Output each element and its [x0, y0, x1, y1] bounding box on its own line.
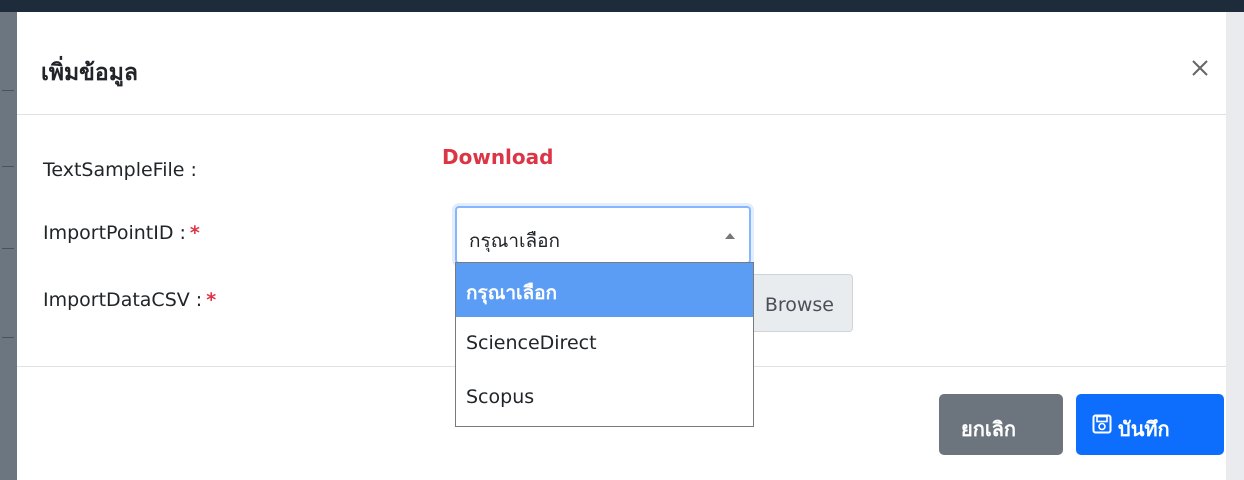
import-point-dropdown: กรุณาเลือก ScienceDirect Scopus — [455, 262, 754, 427]
download-link[interactable]: Download — [442, 145, 553, 169]
cancel-button[interactable]: ยกเลิก — [939, 394, 1063, 455]
close-button[interactable] — [1188, 56, 1212, 80]
save-icon — [1092, 414, 1112, 434]
dropdown-option-sciencedirect[interactable]: ScienceDirect — [456, 317, 753, 371]
page-top-bar — [0, 0, 1244, 12]
page-right-strip — [1226, 12, 1244, 480]
backdrop-divider — [2, 248, 14, 249]
add-data-modal: เพิ่มข้อมูล TextSampleFile : Download Im… — [17, 22, 1226, 480]
save-label: บันทึก — [1118, 417, 1170, 441]
sample-file-label: TextSampleFile : — [43, 159, 197, 181]
required-mark: * — [206, 289, 217, 311]
dropdown-option-placeholder[interactable]: กรุณาเลือก — [456, 263, 753, 317]
backdrop-divider — [2, 90, 14, 91]
browse-button[interactable]: Browse — [737, 274, 853, 332]
cancel-label: ยกเลิก — [961, 417, 1017, 441]
required-mark: * — [189, 222, 200, 244]
import-point-select[interactable]: กรุณาเลือก — [455, 206, 751, 264]
save-button[interactable]: บันทึก — [1076, 394, 1224, 455]
browse-label: Browse — [764, 294, 834, 316]
modal-title: เพิ่มข้อมูล — [41, 59, 138, 86]
backdrop-divider — [2, 166, 14, 167]
import-data-label: ImportDataCSV : * — [43, 289, 216, 311]
backdrop-divider — [2, 337, 14, 338]
import-point-label: ImportPointID : * — [43, 222, 200, 244]
caret-up-icon — [725, 233, 735, 239]
page-left-strip — [0, 12, 17, 480]
dropdown-option-scopus[interactable]: Scopus — [456, 371, 753, 425]
import-point-label-text: ImportPointID : — [43, 222, 186, 244]
modal-header: เพิ่มข้อมูล — [17, 22, 1226, 115]
close-icon — [1192, 60, 1208, 76]
import-data-label-text: ImportDataCSV : — [43, 289, 203, 311]
select-value: กรุณาเลือก — [469, 230, 561, 252]
